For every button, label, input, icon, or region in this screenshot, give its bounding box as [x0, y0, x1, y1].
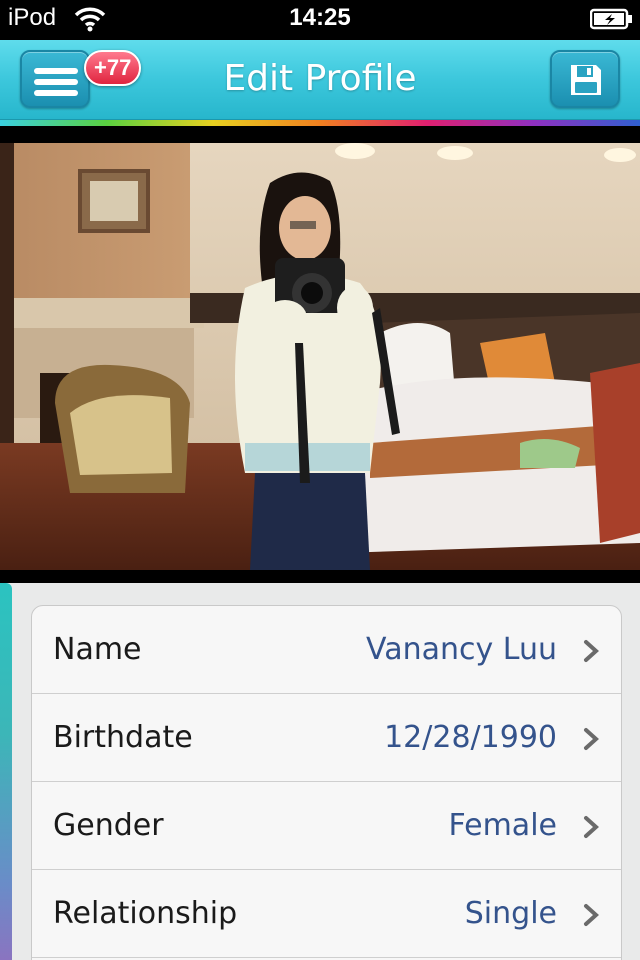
save-button[interactable]	[550, 50, 620, 108]
profile-photo[interactable]	[0, 143, 640, 570]
side-accent	[0, 583, 12, 960]
profile-field-list: Name Vanancy Luu Birthdate 12/28/1990 Ge…	[31, 605, 622, 960]
relationship-value: Single	[464, 896, 557, 931]
gender-value: Female	[448, 808, 557, 843]
profile-details: Name Vanancy Luu Birthdate 12/28/1990 Ge…	[0, 583, 640, 960]
gender-label: Gender	[53, 808, 164, 843]
chevron-right-icon	[584, 904, 599, 926]
relationship-row[interactable]: Relationship Single	[32, 870, 621, 958]
chevron-right-icon	[584, 728, 599, 750]
name-row[interactable]: Name Vanancy Luu	[32, 606, 621, 694]
birthdate-value: 12/28/1990	[384, 720, 557, 755]
birthdate-row[interactable]: Birthdate 12/28/1990	[32, 694, 621, 782]
battery-icon	[590, 8, 632, 30]
navigation-bar: +77 Edit Profile	[0, 40, 640, 120]
chevron-right-icon	[584, 640, 599, 662]
floppy-disk-icon	[571, 65, 601, 95]
relationship-label: Relationship	[53, 896, 238, 931]
birthdate-label: Birthdate	[53, 720, 193, 755]
status-bar: iPod 14:25	[0, 0, 640, 40]
gender-row[interactable]: Gender Female	[32, 782, 621, 870]
accent-stripe	[0, 120, 640, 126]
chevron-right-icon	[584, 816, 599, 838]
status-time: 14:25	[289, 4, 351, 31]
name-label: Name	[53, 632, 142, 667]
page-title: Edit Profile	[223, 58, 417, 99]
name-value: Vanancy Luu	[366, 632, 557, 667]
profile-photo-image	[0, 143, 640, 570]
